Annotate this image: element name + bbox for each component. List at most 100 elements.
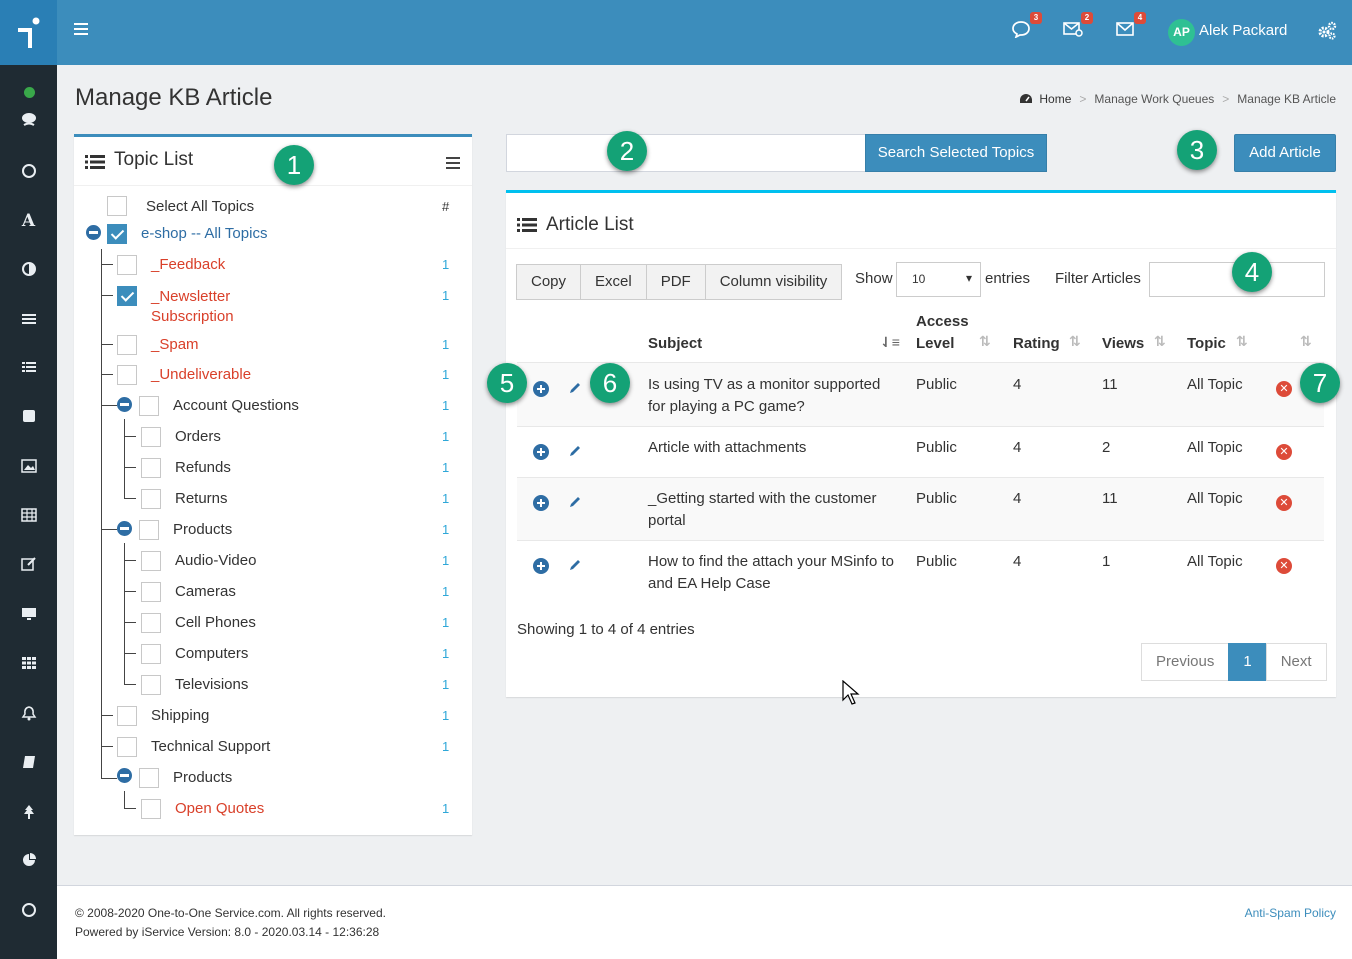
search-input[interactable] [506, 134, 866, 172]
pdf-button[interactable]: PDF [645, 264, 706, 300]
topic-checkbox-feedback[interactable] [117, 255, 137, 275]
topic-label-televisions[interactable]: Televisions [175, 676, 248, 693]
topic-checkbox-products-2[interactable] [139, 768, 159, 788]
subject-line1[interactable]: _Getting started with the customer [648, 488, 876, 510]
chat-notifications-icon[interactable]: 3 [1012, 12, 1042, 42]
edit-pencil-icon[interactable] [569, 559, 581, 571]
app-logo[interactable] [0, 0, 57, 65]
topic-checkbox-returns[interactable] [141, 489, 161, 509]
topic-label-products-2[interactable]: Products [173, 769, 232, 786]
sidebar-tree-icon[interactable] [0, 797, 57, 827]
sidebar-pie-chart-icon[interactable] [0, 845, 57, 875]
sort-icon[interactable]: ⇅ [979, 333, 991, 350]
mail-icon[interactable]: 4 [1116, 12, 1146, 42]
collapse-products-icon[interactable] [117, 521, 132, 536]
topic-label-eshop[interactable]: e-shop -- All Topics [141, 225, 267, 242]
topic-label-undeliverable[interactable]: _Undeliverable [151, 366, 251, 383]
topic-label-refunds[interactable]: Refunds [175, 459, 231, 476]
column-visibility-button[interactable]: Column visibility [704, 264, 843, 300]
column-header-subject[interactable]: Subject [648, 335, 702, 352]
topic-label-account-questions[interactable]: Account Questions [173, 397, 299, 414]
anti-spam-policy-link[interactable]: Anti-Spam Policy [1245, 906, 1336, 920]
edit-pencil-icon[interactable] [569, 496, 581, 508]
collapse-products-2-icon[interactable] [117, 768, 132, 783]
column-header-access-level-line2[interactable]: Level [916, 335, 954, 352]
add-article-button[interactable]: Add Article [1234, 134, 1336, 172]
sidebar-circle-icon-2[interactable] [0, 895, 57, 925]
sidebar-square-icon[interactable] [0, 401, 57, 431]
topic-label-newsletter[interactable]: _Newsletter Subscription [151, 287, 271, 327]
topic-checkbox-cameras[interactable] [141, 582, 161, 602]
sidebar-contrast-icon[interactable] [0, 254, 57, 284]
topic-checkbox-account-questions[interactable] [139, 396, 159, 416]
delete-icon[interactable]: ✕ [1276, 558, 1292, 574]
sidebar-toggle-icon[interactable] [74, 23, 88, 37]
sidebar-bell-icon[interactable] [0, 698, 57, 728]
topic-label-audio-video[interactable]: Audio-Video [175, 552, 256, 569]
topic-list-menu-icon[interactable] [446, 157, 460, 172]
topic-label-shipping[interactable]: Shipping [151, 707, 209, 724]
column-header-topic[interactable]: Topic [1187, 335, 1226, 352]
topic-label-cell-phones[interactable]: Cell Phones [175, 614, 256, 631]
topic-checkbox-open-quotes[interactable] [141, 799, 161, 819]
settings-cogs-icon[interactable] [1317, 21, 1337, 41]
breadcrumb-work-queues[interactable]: Manage Work Queues [1094, 92, 1214, 106]
topic-label-computers[interactable]: Computers [175, 645, 248, 662]
topic-checkbox-technical-support[interactable] [117, 737, 137, 757]
topic-checkbox-spam[interactable] [117, 335, 137, 355]
topic-label-orders[interactable]: Orders [175, 428, 221, 445]
sidebar-chat-agent-icon[interactable] [0, 104, 57, 134]
excel-button[interactable]: Excel [580, 264, 647, 300]
avatar[interactable]: AP [1168, 19, 1195, 46]
sidebar-monitor-icon[interactable] [0, 599, 57, 629]
sidebar-menu-icon[interactable] [0, 304, 57, 334]
edit-pencil-icon[interactable] [569, 445, 581, 457]
pagination-next[interactable]: Next [1265, 643, 1327, 681]
topic-checkbox-orders[interactable] [141, 427, 161, 447]
topic-checkbox-computers[interactable] [141, 644, 161, 664]
topic-checkbox-audio-video[interactable] [141, 551, 161, 571]
topic-checkbox-newsletter[interactable] [117, 286, 137, 306]
collapse-account-questions-icon[interactable] [117, 397, 132, 412]
sort-icon[interactable]: ⇅ [1236, 333, 1248, 350]
subject-line1[interactable]: How to find the attach your MSinfo to [648, 551, 894, 573]
copy-button[interactable]: Copy [516, 264, 582, 300]
topic-label-technical-support[interactable]: Technical Support [151, 738, 270, 755]
topic-checkbox-cell-phones[interactable] [141, 613, 161, 633]
expand-row-icon[interactable] [533, 495, 549, 511]
edit-pencil-icon[interactable] [569, 382, 581, 394]
subject-line2[interactable]: for playing a PC game? [648, 396, 805, 418]
pagination-page-1[interactable]: 1 [1228, 643, 1267, 681]
column-header-views[interactable]: Views [1102, 335, 1144, 352]
column-header-access-level-line1[interactable]: Access [916, 313, 969, 330]
sort-icon[interactable]: ⇅ [1300, 333, 1312, 350]
select-all-checkbox[interactable] [107, 196, 127, 216]
sidebar-font-icon[interactable]: A [0, 206, 57, 236]
topic-checkbox-products[interactable] [139, 520, 159, 540]
breadcrumb-home[interactable]: Home [1019, 92, 1071, 106]
subject-line1[interactable]: Is using TV as a monitor supported [648, 374, 880, 396]
delete-icon[interactable]: ✕ [1276, 495, 1292, 511]
search-selected-topics-button[interactable]: Search Selected Topics [865, 134, 1047, 172]
sidebar-book-icon[interactable] [0, 747, 57, 777]
user-name[interactable]: Alek Packard [1199, 22, 1287, 39]
topic-label-spam[interactable]: _Spam [151, 336, 199, 353]
topic-checkbox-eshop[interactable] [107, 224, 127, 244]
subject-line2[interactable]: and EA Help Case [648, 573, 771, 595]
delete-icon[interactable]: ✕ [1276, 444, 1292, 460]
sidebar-edit-icon[interactable] [0, 549, 57, 579]
mail-settings-icon[interactable]: 2 [1063, 12, 1093, 42]
expand-row-icon[interactable] [533, 558, 549, 574]
subject-line2[interactable]: portal [648, 510, 686, 532]
topic-label-returns[interactable]: Returns [175, 490, 228, 507]
subject-line1[interactable]: Article with attachments [648, 437, 806, 459]
sidebar-grid-icon[interactable] [0, 648, 57, 678]
topic-label-products[interactable]: Products [173, 521, 232, 538]
topic-checkbox-televisions[interactable] [141, 675, 161, 695]
pagination-previous[interactable]: Previous [1141, 643, 1230, 681]
topic-label-feedback[interactable]: _Feedback [151, 256, 225, 273]
delete-icon[interactable]: ✕ [1276, 381, 1292, 397]
expand-row-icon[interactable] [533, 381, 549, 397]
sidebar-circle-icon[interactable] [0, 156, 57, 186]
topic-checkbox-undeliverable[interactable] [117, 365, 137, 385]
